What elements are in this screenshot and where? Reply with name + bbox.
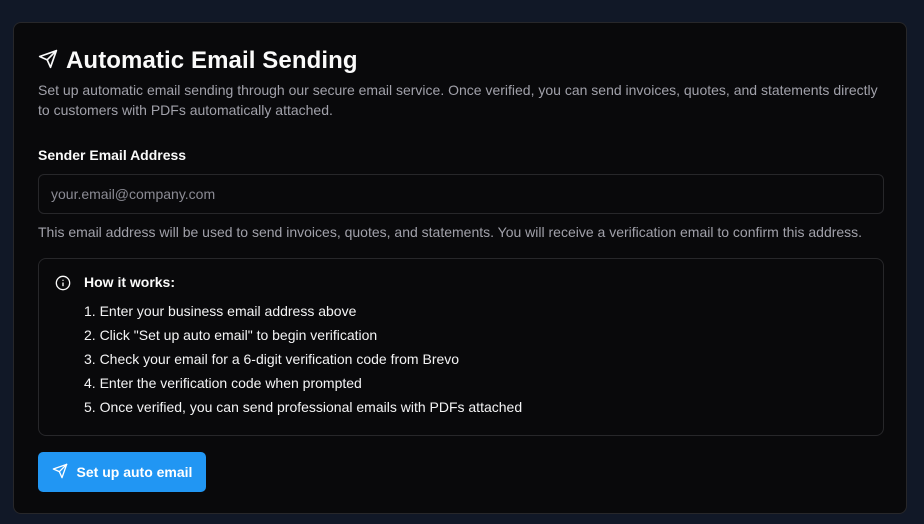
email-hint-text: This email address will be used to send … [38, 224, 863, 240]
steps-list: 1. Enter your business email address abo… [84, 301, 522, 421]
setup-auto-email-button[interactable]: Set up auto email [38, 452, 206, 492]
step-item: 2. Click "Set up auto email" to begin ve… [84, 327, 378, 343]
card-header: Automatic Email Sending [38, 47, 358, 75]
how-it-works-title: How it works: [84, 274, 176, 290]
send-icon [38, 49, 58, 74]
how-it-works-box: How it works: 1. Enter your business ema… [38, 258, 884, 436]
step-item: 4. Enter the verification code when prom… [84, 375, 362, 391]
step-item: 3. Check your email for a 6-digit verifi… [84, 351, 460, 367]
step-item: 5. Once verified, you can send professio… [84, 399, 523, 415]
email-setup-card: Automatic Email Sending Set up automatic… [13, 22, 907, 514]
sender-email-input[interactable] [38, 174, 884, 214]
setup-button-label: Set up auto email [76, 464, 193, 480]
card-description: Set up automatic email sending through o… [38, 82, 878, 118]
send-icon [52, 463, 68, 482]
page-title: Automatic Email Sending [66, 47, 358, 74]
step-item: 1. Enter your business email address abo… [84, 303, 357, 319]
info-icon [55, 275, 71, 291]
sender-email-label: Sender Email Address [38, 147, 187, 163]
